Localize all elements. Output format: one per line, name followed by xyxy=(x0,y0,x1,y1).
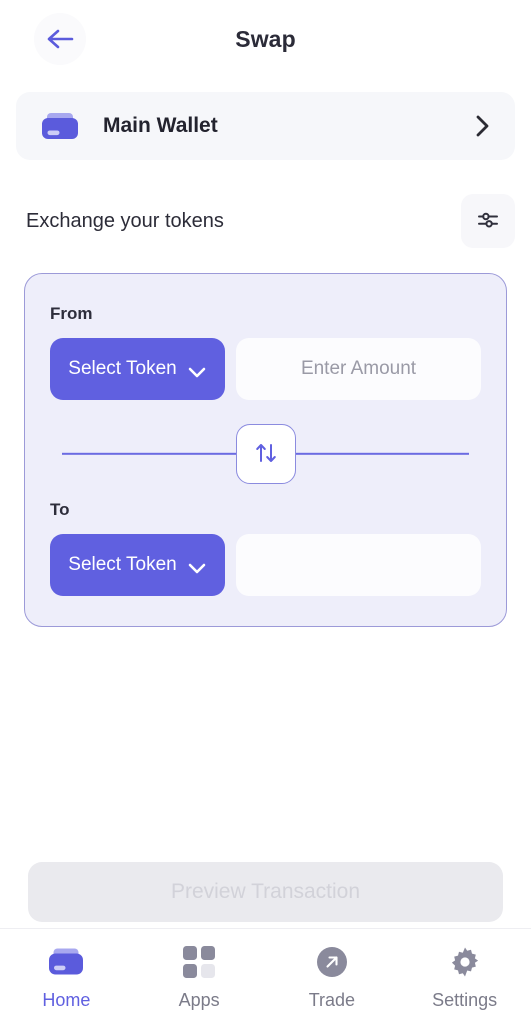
grid-cell xyxy=(201,946,216,960)
gear-icon xyxy=(448,943,482,981)
trade-expand-arrows-icon xyxy=(314,943,350,981)
wallet-icon xyxy=(40,111,80,141)
to-row: Select Token xyxy=(50,534,481,596)
chevron-right-icon xyxy=(473,113,493,139)
to-label: To xyxy=(50,500,70,519)
from-section: From Select Token xyxy=(50,304,481,400)
swap-settings-button[interactable] xyxy=(461,194,515,248)
swap-direction-row xyxy=(50,422,481,486)
swap-direction-button[interactable] xyxy=(235,424,296,484)
nav-label-home: Home xyxy=(42,990,91,1010)
from-row: Select Token xyxy=(50,338,481,400)
arrow-left-icon xyxy=(45,27,75,51)
to-section: To Select Token xyxy=(50,500,481,596)
grid-cell xyxy=(183,946,198,960)
from-token-label: Select Token xyxy=(68,358,177,379)
bottom-navigation: Home Apps Trade Settings xyxy=(0,928,531,1024)
to-select-token-button[interactable]: Select Token xyxy=(50,534,225,596)
tune-sliders-icon xyxy=(475,207,501,236)
chevron-down-icon xyxy=(187,559,207,573)
wallet-selector-row[interactable]: Main Wallet xyxy=(16,92,515,160)
nav-label-trade: Trade xyxy=(308,990,356,1010)
nav-item-settings[interactable]: Settings xyxy=(398,943,531,1011)
chevron-down-icon xyxy=(187,363,207,377)
wallet-name: Main Wallet xyxy=(103,114,218,137)
nav-label-settings: Settings xyxy=(432,990,498,1010)
section-header: Exchange your tokens xyxy=(16,194,515,248)
nav-item-trade[interactable]: Trade xyxy=(266,943,399,1011)
section-title: Exchange your tokens xyxy=(26,209,224,232)
nav-item-apps[interactable]: Apps xyxy=(133,943,266,1011)
wallet-icon xyxy=(47,943,85,981)
nav-item-home[interactable]: Home xyxy=(0,943,133,1011)
grid-cell xyxy=(183,964,198,978)
top-bar: Swap xyxy=(0,0,531,78)
preview-transaction-button[interactable]: Preview Transaction xyxy=(28,862,503,922)
from-label: From xyxy=(50,304,93,323)
from-select-token-button[interactable]: Select Token xyxy=(50,338,225,400)
swap-vertical-arrows-icon xyxy=(251,438,281,471)
back-button[interactable] xyxy=(34,13,86,65)
to-amount-input[interactable] xyxy=(236,534,481,596)
grid-apps-icon xyxy=(183,943,216,981)
grid-cell xyxy=(201,964,216,978)
from-amount-input[interactable] xyxy=(236,338,481,400)
to-token-label: Select Token xyxy=(68,554,177,575)
nav-label-apps: Apps xyxy=(178,990,220,1010)
swap-card: From Select Token Enter Amount To Select… xyxy=(24,273,507,627)
swap-screen: Swap Main Wallet Exchange your tokens Fr… xyxy=(0,0,531,1024)
